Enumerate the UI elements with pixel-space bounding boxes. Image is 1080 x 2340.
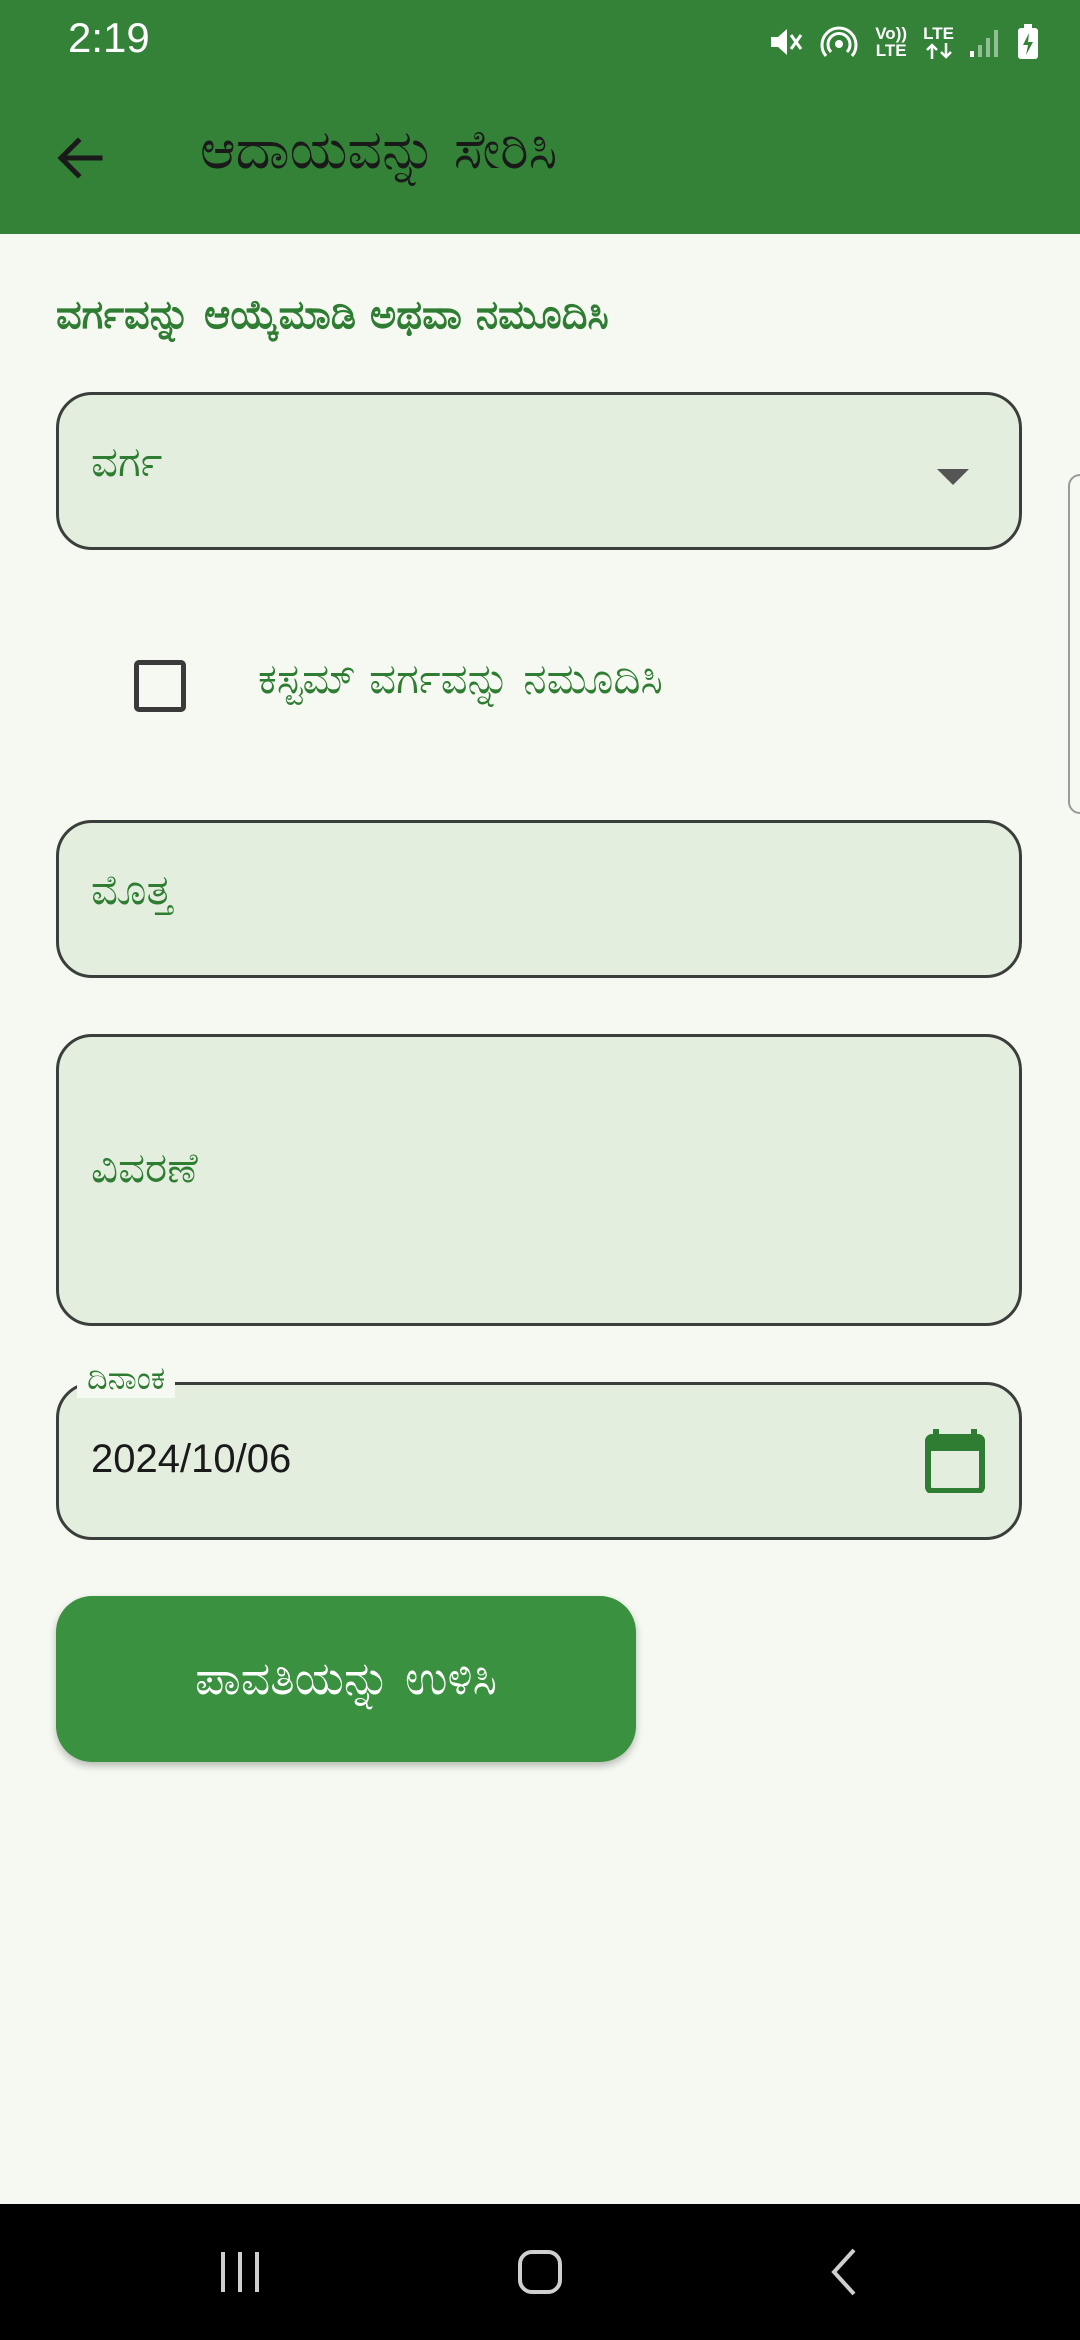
status-bar: 2:19 Vo)) LTE LTE — [0, 0, 1080, 80]
date-value: 2024/10/06 — [91, 1437, 292, 1481]
signal-icon — [968, 25, 1002, 59]
recents-button[interactable] — [200, 2242, 280, 2302]
mute-icon — [765, 22, 805, 62]
home-button[interactable] — [500, 2242, 580, 2302]
status-time: 2:19 — [68, 14, 150, 61]
date-label: ದಿನಾಂಕ — [77, 1359, 176, 1398]
description-field[interactable]: ವಿವರಣೆ — [56, 1034, 1022, 1326]
amount-placeholder: ಮೊತ್ತ — [91, 865, 173, 914]
back-nav-button[interactable] — [804, 2242, 884, 2302]
scroll-indicator — [1068, 474, 1080, 814]
back-button[interactable] — [48, 126, 112, 190]
arrow-back-icon — [57, 137, 103, 179]
home-icon — [518, 2250, 562, 2294]
amount-field[interactable]: ಮೊತ್ತ — [56, 820, 1022, 978]
lte-icon: LTE — [923, 25, 954, 60]
date-field[interactable]: ದಿನಾಂಕ 2024/10/06 — [56, 1359, 1022, 1540]
hotspot-icon — [819, 22, 859, 62]
app-bar: ಆದಾಯವನ್ನು ಸೇರಿಸಿ — [0, 80, 1080, 234]
calendar-icon[interactable] — [925, 1429, 985, 1493]
category-placeholder: ವರ್ಗ — [91, 437, 163, 486]
custom-category-toggle[interactable]: ಕಸ್ಟಮ್ ವರ್ಗವನ್ನು ನಮೂದಿಸಿ — [130, 640, 930, 730]
page-title: ಆದಾಯವನ್ನು ಸೇರಿಸಿ — [200, 118, 558, 181]
custom-category-checkbox[interactable] — [134, 660, 186, 712]
description-placeholder: ವಿವರಣೆ — [91, 1143, 198, 1192]
battery-charging-icon — [1016, 23, 1040, 61]
category-section-label: ವರ್ಗವನ್ನು ಆಯ್ಕೆಮಾಡಿ ಅಥವಾ ನಮೂದಿಸಿ — [56, 292, 609, 338]
status-icons: Vo)) LTE LTE — [765, 20, 1040, 64]
recents-icon — [221, 2252, 259, 2292]
category-dropdown[interactable]: ವರ್ಗ — [56, 392, 1022, 550]
custom-category-label: ಕಸ್ಟಮ್ ವರ್ಗವನ್ನು ನಮೂದಿಸಿ — [258, 654, 663, 703]
lte-label: LTE — [923, 23, 954, 43]
chevron-down-icon — [937, 469, 969, 485]
volte-icon: Vo)) LTE — [875, 24, 908, 60]
chevron-left-icon — [831, 2248, 856, 2296]
save-payment-button[interactable]: ಪಾವತಿಯನ್ನು ಉಳಿಸಿ — [56, 1596, 636, 1762]
system-nav-bar — [0, 2204, 1080, 2340]
